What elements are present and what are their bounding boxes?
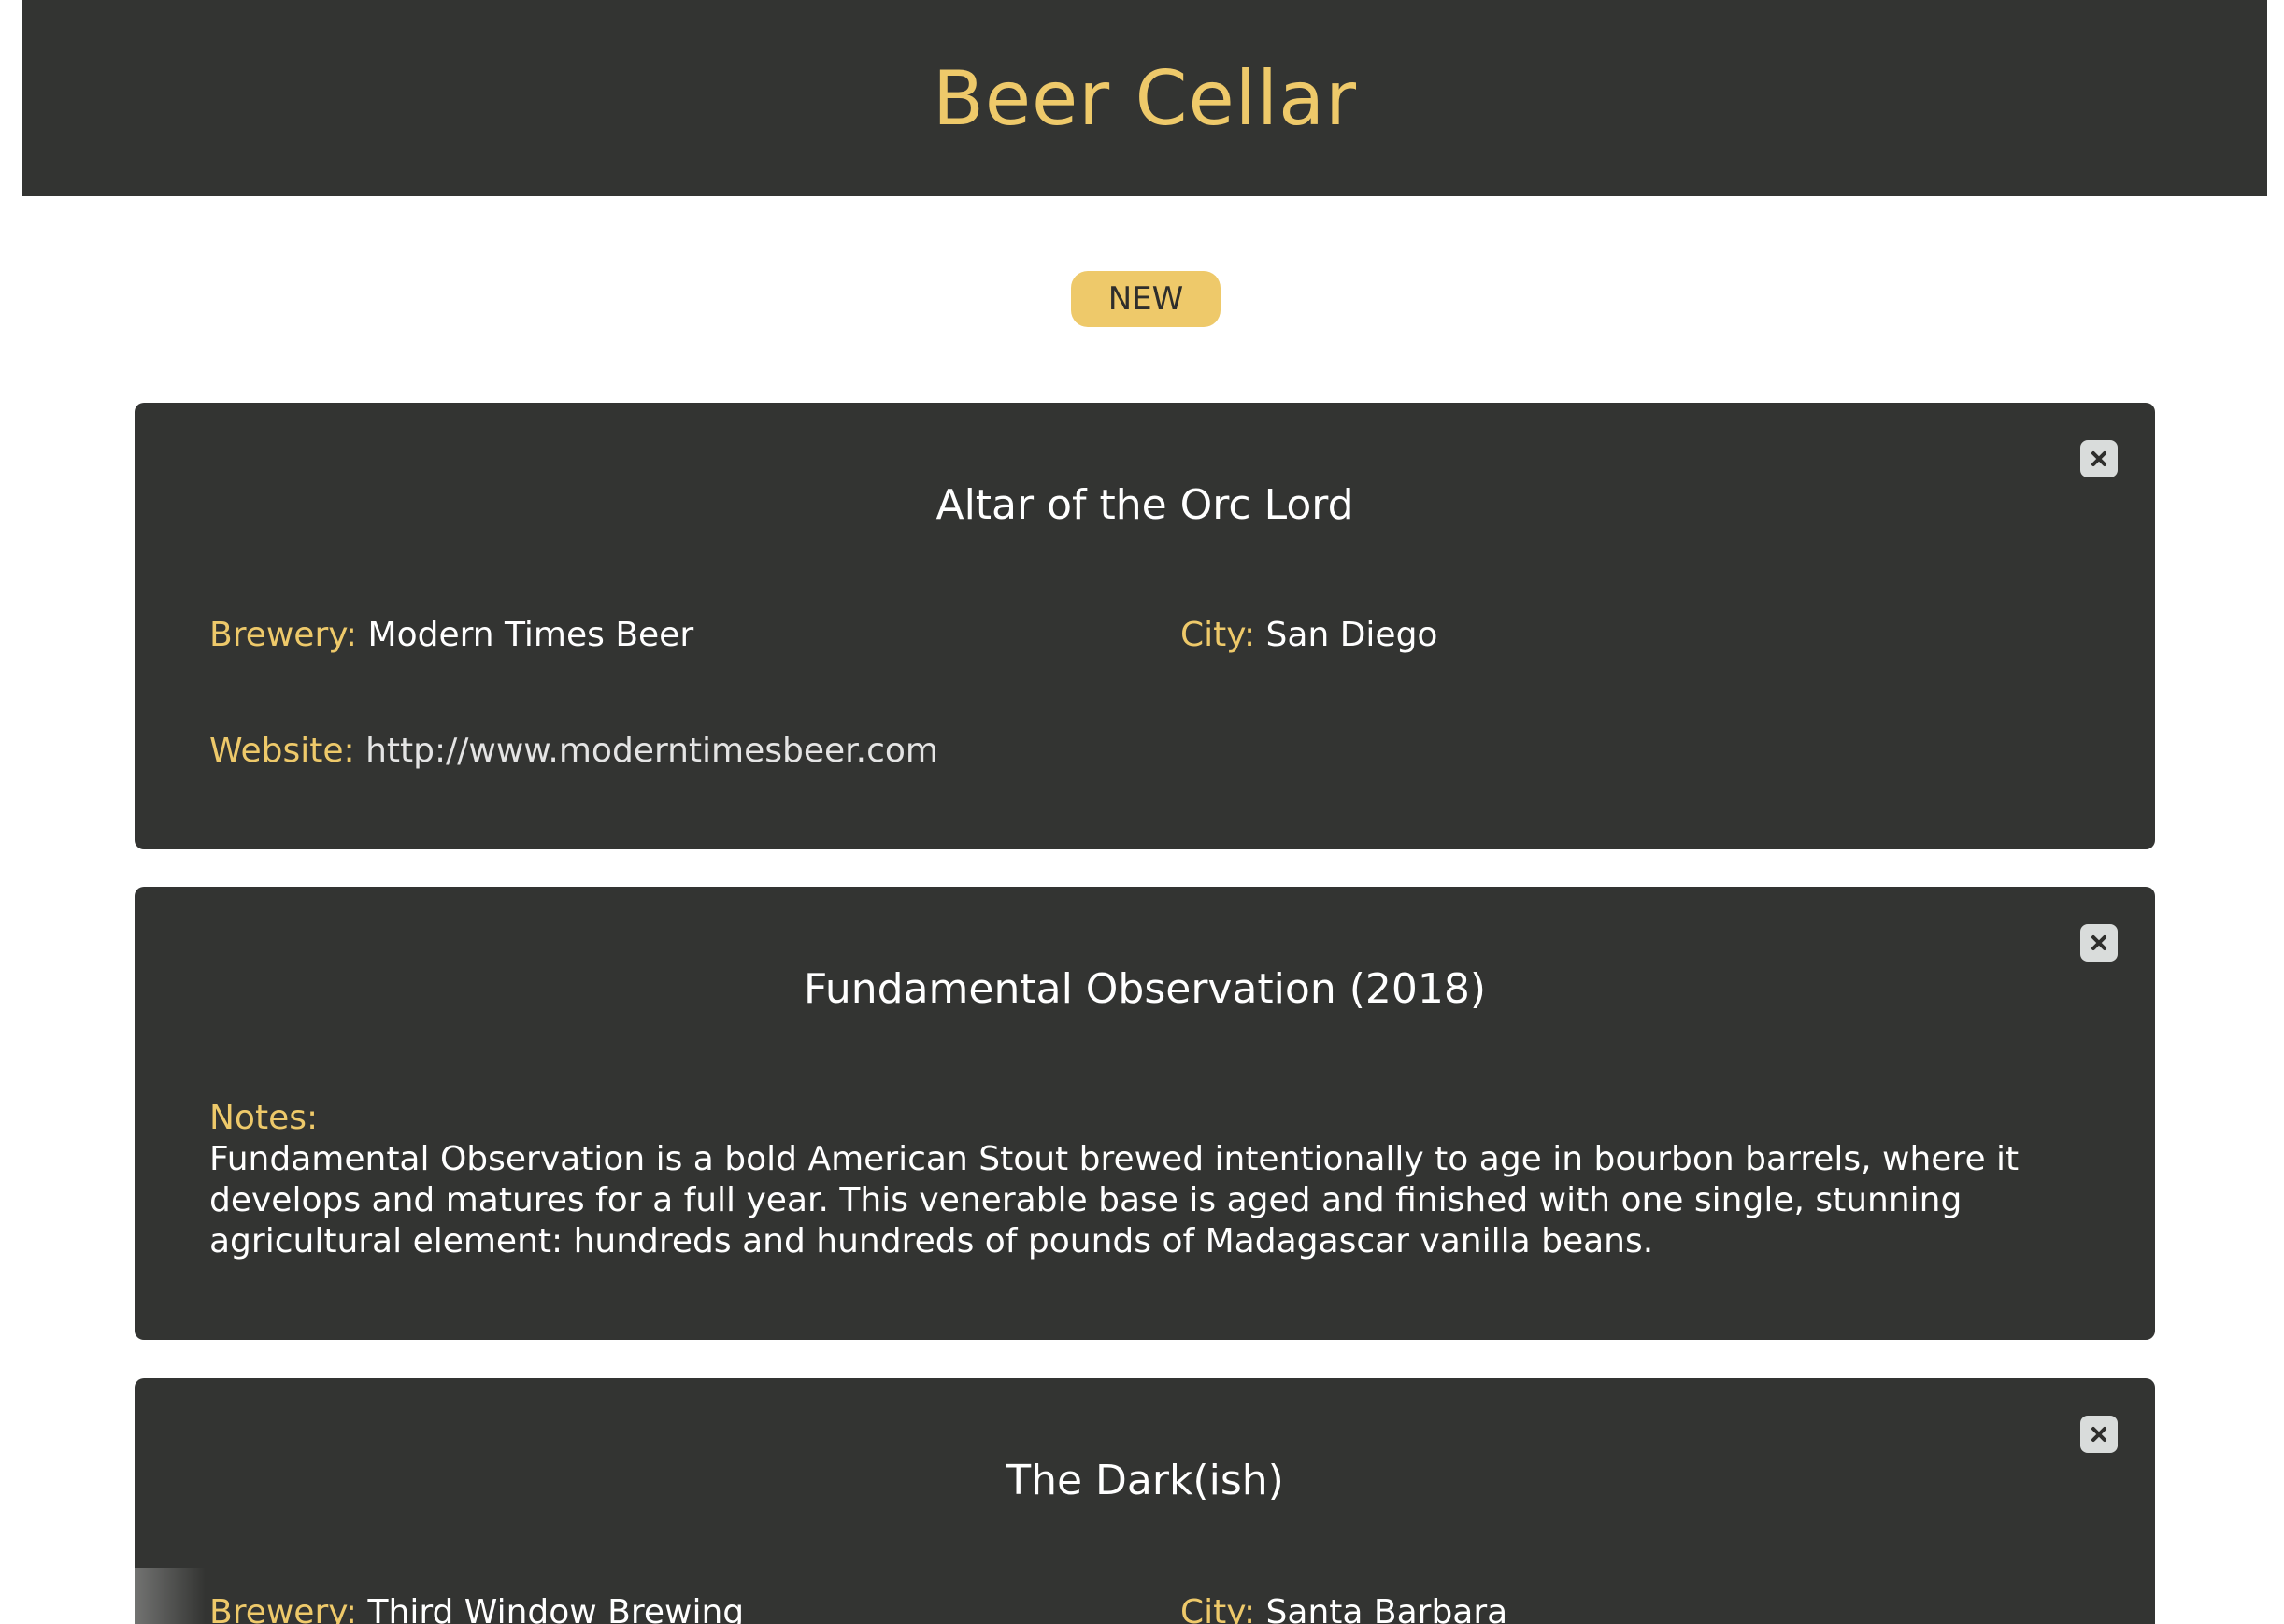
edge-fade: [0, 1568, 206, 1624]
brewery-field: Brewery: Modern Times Beer: [209, 616, 693, 654]
brewery-value: Modern Times Beer: [367, 616, 694, 654]
city-value: San Diego: [1265, 616, 1438, 654]
delete-button[interactable]: [2080, 1416, 2118, 1453]
close-icon: [2091, 935, 2106, 950]
beer-card: Fundamental Observation (2018) Notes: Fu…: [135, 887, 2155, 1340]
delete-button[interactable]: [2080, 924, 2118, 962]
beer-card: Altar of the Orc Lord Brewery: Modern Ti…: [135, 403, 2155, 849]
website-field: Website: http://www.moderntimesbeer.com: [209, 732, 938, 770]
app-title: Beer Cellar: [932, 54, 1358, 142]
notes-text: Fundamental Observation is a bold Americ…: [209, 1140, 2020, 1261]
brewery-field: Brewery: Third Window Brewing: [209, 1593, 744, 1624]
brewery-value: Third Window Brewing: [367, 1593, 745, 1624]
delete-button[interactable]: [2080, 440, 2118, 477]
notes-field: Notes: Fundamental Observation is a bold…: [209, 1098, 2078, 1262]
new-beer-button[interactable]: NEW: [1071, 271, 1221, 327]
beer-name: Altar of the Orc Lord: [935, 481, 1354, 529]
beer-card: The Dark(ish) Brewery: Third Window Brew…: [135, 1378, 2155, 1624]
app-header: Beer Cellar: [22, 0, 2267, 196]
close-icon: [2091, 451, 2106, 466]
city-field: City: Santa Barbara: [1180, 1593, 1507, 1624]
beer-name: Fundamental Observation (2018): [803, 965, 1487, 1013]
close-icon: [2091, 1427, 2106, 1442]
brewery-label: Brewery:: [209, 1593, 358, 1624]
brewery-label: Brewery:: [209, 616, 358, 654]
notes-label: Notes:: [209, 1099, 319, 1137]
city-value: Santa Barbara: [1265, 1593, 1508, 1624]
website-link[interactable]: http://www.moderntimesbeer.com: [365, 732, 938, 770]
city-label: City:: [1180, 1593, 1256, 1624]
page: Beer Cellar NEW Altar of the Orc Lord Br…: [0, 0, 2284, 1624]
beer-name: The Dark(ish): [1006, 1457, 1284, 1504]
city-field: City: San Diego: [1180, 616, 1437, 654]
city-label: City:: [1180, 616, 1256, 654]
website-label: Website:: [209, 732, 355, 770]
